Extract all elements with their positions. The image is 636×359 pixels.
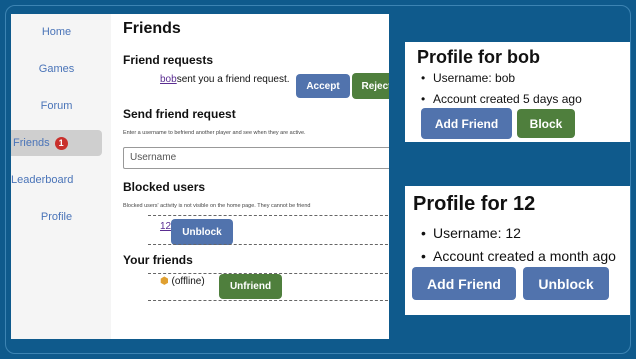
username-input[interactable]: Username [123,147,389,169]
reject-button[interactable]: Reject [352,73,389,99]
blocked-users-heading: Blocked users [123,180,206,194]
blocked-user-row: 12 [160,221,171,232]
unfriend-button[interactable]: Unfriend [219,274,282,299]
friend-avatar-icon: ⬢ [160,276,169,287]
friend-row: ⬢ (offline) [160,276,205,287]
friend-requests-heading: Friend requests [123,53,214,67]
profile-created: Account created a month ago [421,248,616,264]
sidebar-item-label: Forum [40,100,73,112]
profile-username: Username: 12 [421,225,521,241]
profile-title: Profile for bob [417,47,540,67]
sidebar-item-home[interactable]: Home [11,19,102,45]
sidebar-item-label: Home [41,26,72,38]
sidebar-item-forum[interactable]: Forum [11,93,102,119]
profile-title: Profile for 12 [413,193,536,215]
friends-page-panel: Home Games Forum Friends 1 Leaderboard P… [11,14,389,339]
friend-request-row: bobsent you a friend request. [160,74,290,85]
divider [148,215,389,216]
profile-username: Username: bob [421,71,515,85]
blocked-users-description: Blocked users' activity is not visible o… [123,203,311,209]
divider [148,300,389,301]
sidebar-item-label: Friends [13,137,50,149]
unblock-button[interactable]: Unblock [523,267,609,300]
sidebar-item-profile[interactable]: Profile [11,204,102,230]
send-request-description: Enter a username to befriend another pla… [123,130,306,136]
profile-created: Account created 5 days ago [421,92,582,106]
unblock-button[interactable]: Unblock [171,219,233,245]
add-friend-button[interactable]: Add Friend [421,108,512,139]
request-message: sent you a friend request. [176,74,290,85]
friends-content: Friends Friend requests bobsent you a fr… [123,14,389,339]
sidebar-item-games[interactable]: Games [11,56,102,82]
divider [148,244,389,245]
block-button[interactable]: Block [517,109,575,138]
send-request-heading: Send friend request [123,107,236,121]
add-friend-button[interactable]: Add Friend [412,267,516,300]
sidebar-item-leaderboard[interactable]: Leaderboard [11,167,102,193]
requester-link[interactable]: bob [160,74,177,85]
sidebar-item-label: Games [38,63,75,75]
blocked-user-link[interactable]: 12 [160,221,171,232]
notification-badge: 1 [54,136,68,150]
sidebar-item-label: Leaderboard [11,174,74,186]
profile-card-12: Profile for 12 Username: 12 Account crea… [405,186,630,315]
sidebar-item-label: Profile [40,211,73,223]
friend-status: (offline) [171,276,205,287]
screenshot-frame: Home Games Forum Friends 1 Leaderboard P… [0,0,636,359]
sidebar: Home Games Forum Friends 1 Leaderboard P… [11,14,111,339]
profile-card-bob: Profile for bob Username: bob Account cr… [405,42,630,142]
sidebar-item-friends[interactable]: Friends 1 [11,130,102,156]
your-friends-heading: Your friends [123,253,193,267]
accept-button[interactable]: Accept [296,74,350,98]
page-title: Friends [123,20,181,37]
